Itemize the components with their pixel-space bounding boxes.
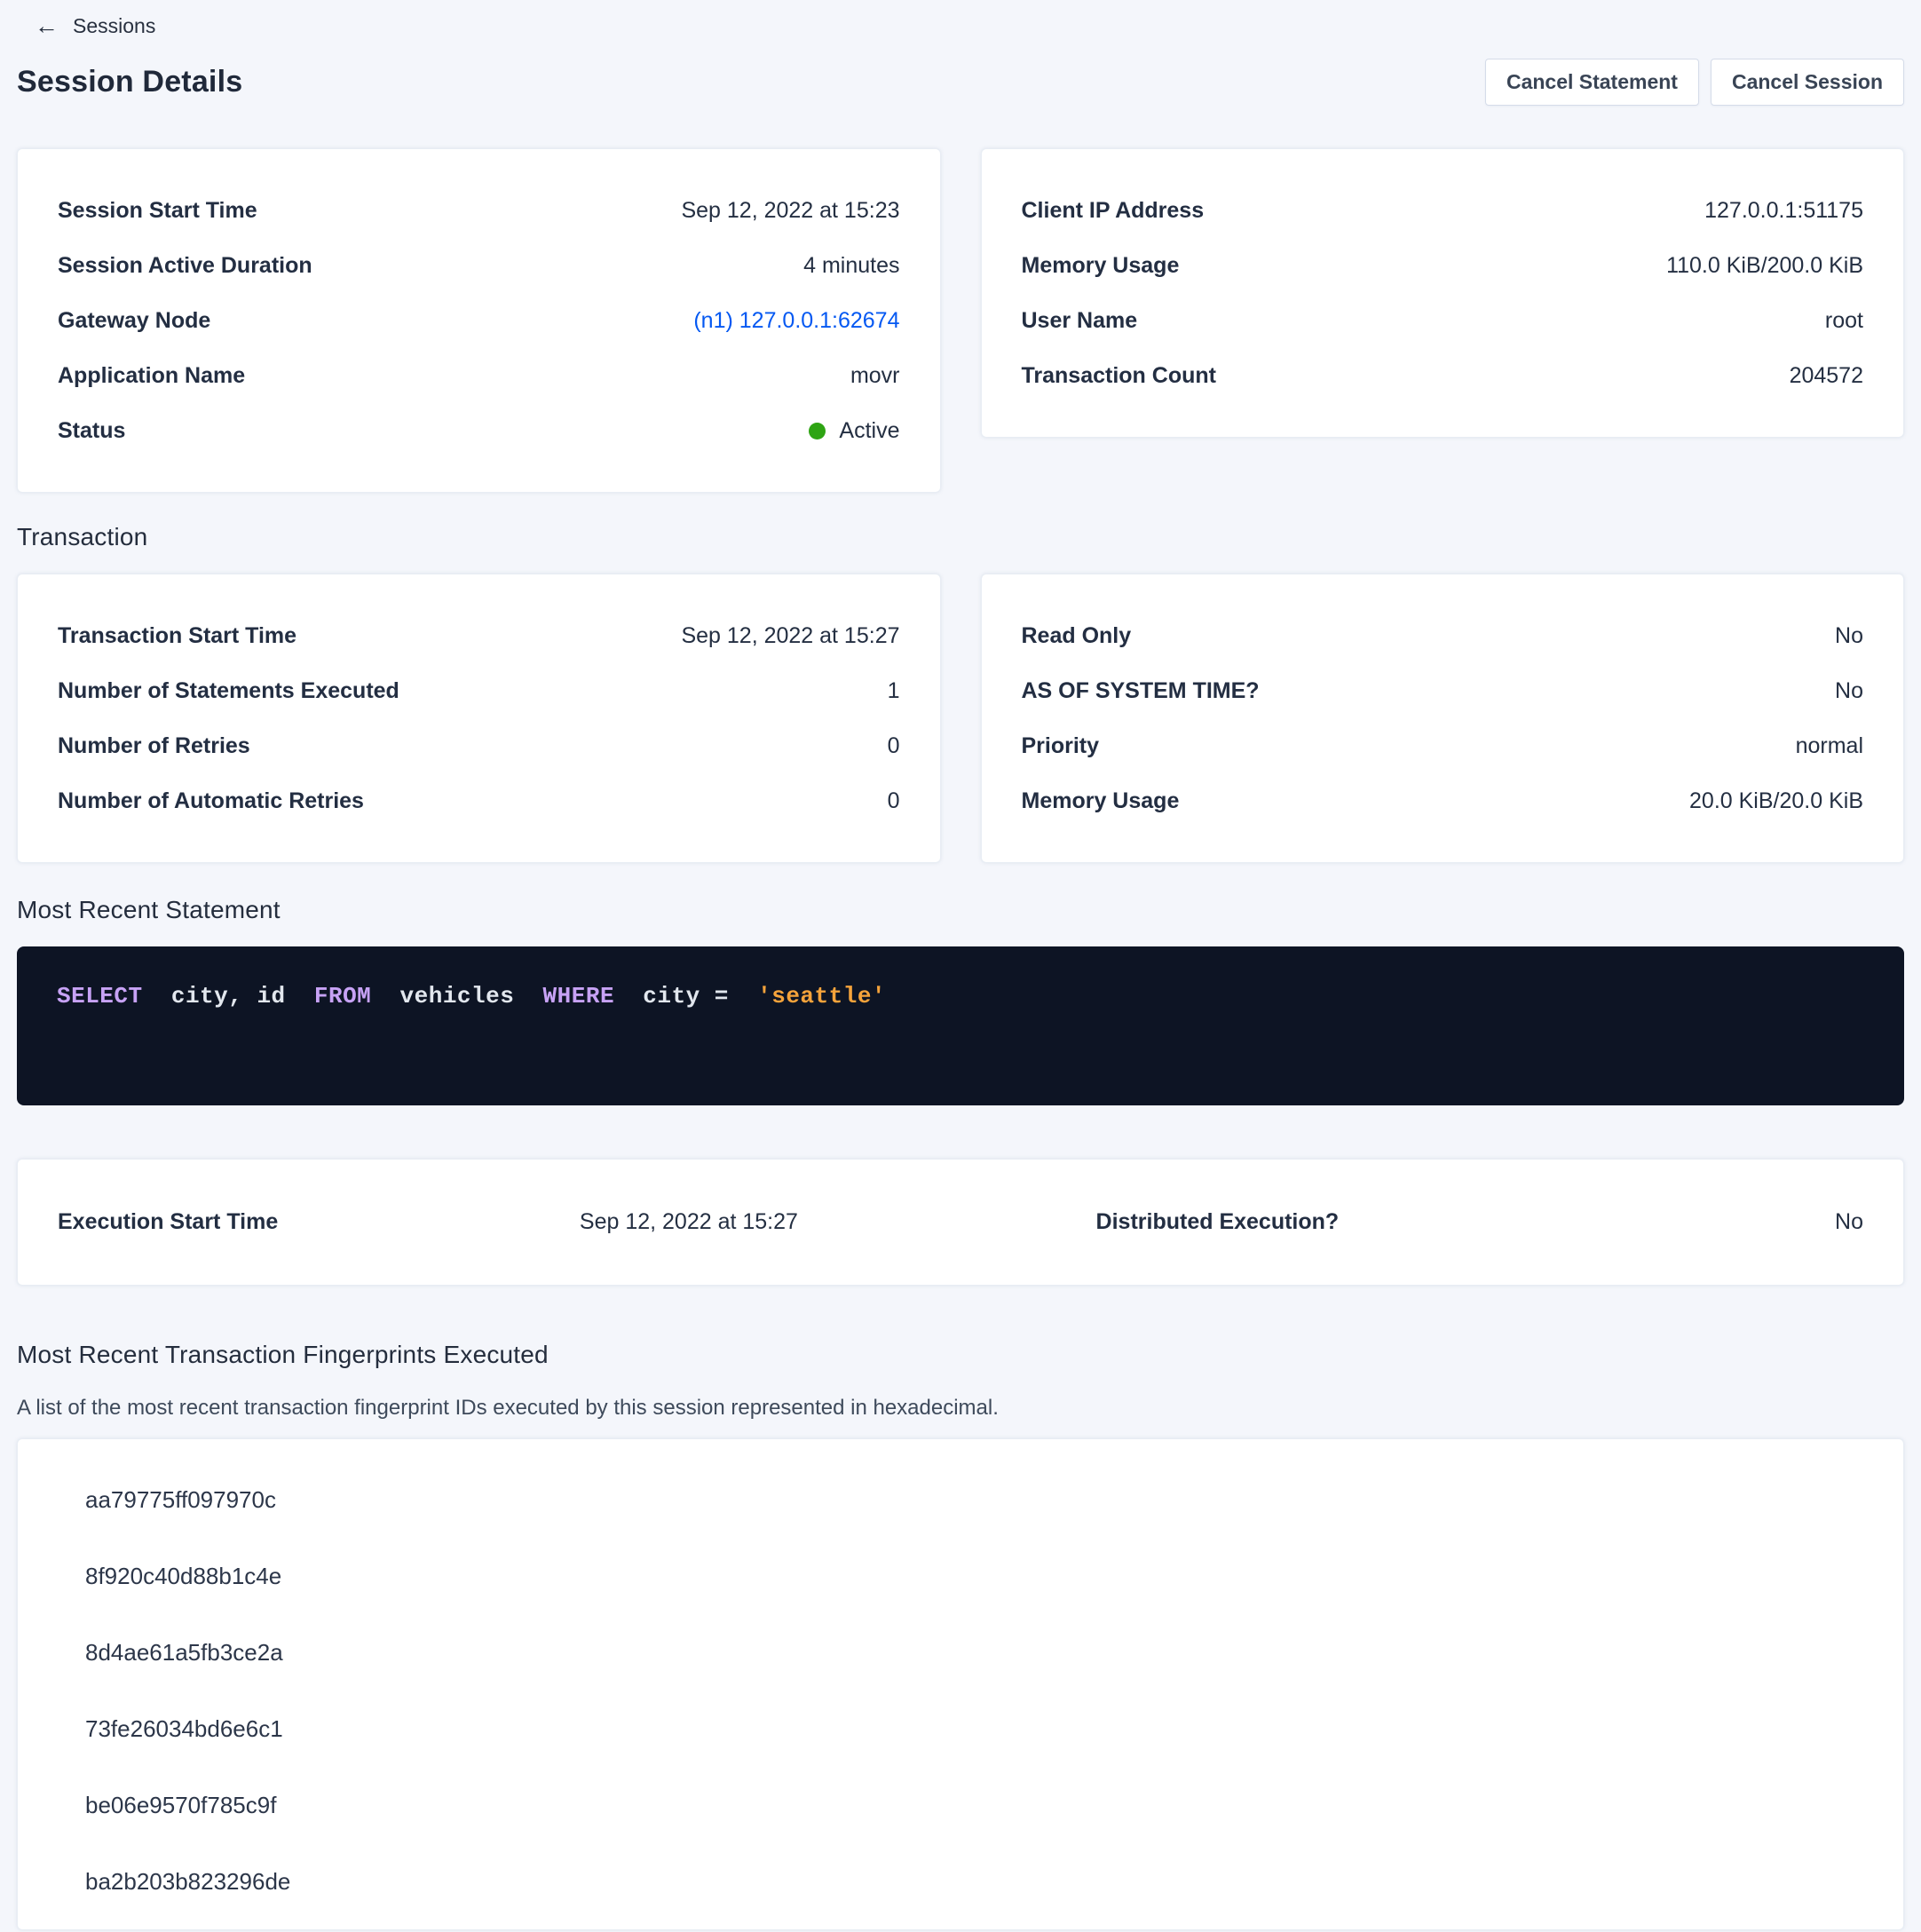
transaction-field-row: Number of Retries 0 xyxy=(58,718,900,773)
field-label: Session Active Duration xyxy=(58,253,330,279)
fingerprints-section-title: Most Recent Transaction Fingerprints Exe… xyxy=(17,1341,1904,1369)
field-value: Sep 12, 2022 at 15:27 xyxy=(681,623,899,649)
field-value: 1 xyxy=(888,678,900,704)
execution-start-field: Execution Start Time Sep 12, 2022 at 15:… xyxy=(58,1209,798,1235)
statement-section-title: Most Recent Statement xyxy=(17,896,1904,924)
header-actions: Cancel Statement Cancel Session xyxy=(1485,59,1904,106)
field-value: movr xyxy=(850,363,900,389)
summary-row: Session Active Duration 4 minutes xyxy=(58,238,900,293)
execution-row: Execution Start Time Sep 12, 2022 at 15:… xyxy=(58,1209,1863,1235)
back-arrow-icon: ← xyxy=(35,14,59,38)
session-status-value: Active xyxy=(839,418,899,444)
fingerprint-id: ba2b203b823296de xyxy=(18,1843,1903,1920)
sql-token: city, id xyxy=(157,983,300,1010)
execution-card: Execution Start Time Sep 12, 2022 at 15:… xyxy=(17,1159,1904,1286)
field-label: Gateway Node xyxy=(58,308,228,334)
summary-row: Transaction Count 204572 xyxy=(1022,348,1864,403)
field-label: Priority xyxy=(1022,733,1118,759)
field-label: Number of Automatic Retries xyxy=(58,788,382,814)
fingerprints-list: aa79775ff097970c 8f920c40d88b1c4e 8d4ae6… xyxy=(18,1461,1903,1920)
fingerprints-card: aa79775ff097970c 8f920c40d88b1c4e 8d4ae6… xyxy=(17,1438,1904,1930)
field-label: Number of Statements Executed xyxy=(58,678,417,704)
distributed-execution-field: Distributed Execution? No xyxy=(1096,1209,1863,1235)
field-value: Sep 12, 2022 at 15:27 xyxy=(580,1209,798,1235)
field-label: Distributed Execution? xyxy=(1096,1209,1340,1235)
page-title: Session Details xyxy=(17,65,242,99)
summary-row: Memory Usage 110.0 KiB/200.0 KiB xyxy=(1022,238,1864,293)
field-value: No xyxy=(1835,1209,1863,1235)
fingerprints-description: A list of the most recent transaction fi… xyxy=(17,1396,1904,1421)
fingerprint-id: be06e9570f785c9f xyxy=(18,1767,1903,1843)
field-label: Execution Start Time xyxy=(58,1209,278,1235)
fingerprint-id: 73fe26034bd6e6c1 xyxy=(18,1690,1903,1767)
field-value: 127.0.0.1:51175 xyxy=(1704,198,1863,224)
field-label: AS OF SYSTEM TIME? xyxy=(1022,678,1277,704)
fingerprint-id: aa79775ff097970c xyxy=(18,1461,1903,1538)
breadcrumb-label: Sessions xyxy=(73,14,155,38)
transaction-field-row: Transaction Start Time Sep 12, 2022 at 1… xyxy=(58,608,900,663)
summary-row: User Name root xyxy=(1022,293,1864,348)
field-label: Status xyxy=(58,418,143,444)
field-label: Memory Usage xyxy=(1022,788,1198,814)
field-value: No xyxy=(1835,678,1863,704)
transaction-field-row: Priority normal xyxy=(1022,718,1864,773)
summary-row: Session Start Time Sep 12, 2022 at 15:23 xyxy=(58,183,900,238)
transaction-section-title: Transaction xyxy=(17,523,1904,551)
field-label: User Name xyxy=(1022,308,1156,334)
fingerprint-id: 8d4ae61a5fb3ce2a xyxy=(18,1614,1903,1690)
sql-statement-box: SELECT city, id FROM vehicles WHERE city… xyxy=(17,946,1904,1105)
sql-token: vehicles xyxy=(385,983,528,1010)
sql-token: WHERE xyxy=(543,983,615,1010)
field-label: Client IP Address xyxy=(1022,198,1222,224)
status-dot-icon xyxy=(809,423,826,439)
page-header: Session Details Cancel Statement Cancel … xyxy=(17,59,1904,106)
transaction-field-row: Number of Automatic Retries 0 xyxy=(58,773,900,828)
session-summary-card-left: Session Start Time Sep 12, 2022 at 15:23… xyxy=(17,148,941,493)
transaction-field-row: Read Only No xyxy=(1022,608,1864,663)
session-summary-card-right: Client IP Address 127.0.0.1:51175 Memory… xyxy=(981,148,1905,438)
field-value: normal xyxy=(1796,733,1863,759)
field-label: Transaction Count xyxy=(1022,363,1234,389)
session-details-page: ← Sessions Session Details Cancel Statem… xyxy=(0,0,1921,1932)
summary-row: Gateway Node (n1) 127.0.0.1:62674 xyxy=(58,293,900,348)
transaction-field-row: Memory Usage 20.0 KiB/20.0 KiB xyxy=(1022,773,1864,828)
transaction-row: Transaction Start Time Sep 12, 2022 at 1… xyxy=(17,574,1904,863)
session-summary-row: Session Start Time Sep 12, 2022 at 15:23… xyxy=(17,148,1904,493)
field-label: Number of Retries xyxy=(58,733,268,759)
transaction-card-right: Read Only No AS OF SYSTEM TIME? No P xyxy=(981,574,1905,863)
cancel-session-button[interactable]: Cancel Session xyxy=(1711,59,1904,106)
field-label: Application Name xyxy=(58,363,263,389)
cancel-statement-button[interactable]: Cancel Statement xyxy=(1485,59,1699,106)
fingerprint-id: 8f920c40d88b1c4e xyxy=(18,1538,1903,1614)
field-value: root xyxy=(1825,308,1863,334)
summary-row: Application Name movr xyxy=(58,348,900,403)
breadcrumb-back-sessions[interactable]: ← Sessions xyxy=(35,11,155,41)
field-label: Session Start Time xyxy=(58,198,275,224)
field-value: 0 xyxy=(888,788,900,814)
field-value: 4 minutes xyxy=(803,253,899,279)
transaction-field-row: AS OF SYSTEM TIME? No xyxy=(1022,663,1864,718)
sql-token: SELECT xyxy=(57,983,143,1010)
field-label: Read Only xyxy=(1022,623,1150,649)
transaction-field-row: Number of Statements Executed 1 xyxy=(58,663,900,718)
gateway-node-link[interactable]: (n1) 127.0.0.1:62674 xyxy=(693,308,899,334)
field-label: Memory Usage xyxy=(1022,253,1198,279)
field-value: 110.0 KiB/200.0 KiB xyxy=(1666,253,1863,279)
summary-row: Status Active xyxy=(58,403,900,458)
field-value: 0 xyxy=(888,733,900,759)
field-label: Transaction Start Time xyxy=(58,623,314,649)
transaction-card-left: Transaction Start Time Sep 12, 2022 at 1… xyxy=(17,574,941,863)
field-value: No xyxy=(1835,623,1863,649)
sql-token: city = xyxy=(628,983,743,1010)
field-value: 204572 xyxy=(1790,363,1863,389)
summary-row: Client IP Address 127.0.0.1:51175 xyxy=(1022,183,1864,238)
sql-token: 'seattle' xyxy=(757,983,886,1010)
field-value: 20.0 KiB/20.0 KiB xyxy=(1689,788,1863,814)
sql-token: FROM xyxy=(314,983,371,1010)
field-value: Sep 12, 2022 at 15:23 xyxy=(681,198,899,224)
